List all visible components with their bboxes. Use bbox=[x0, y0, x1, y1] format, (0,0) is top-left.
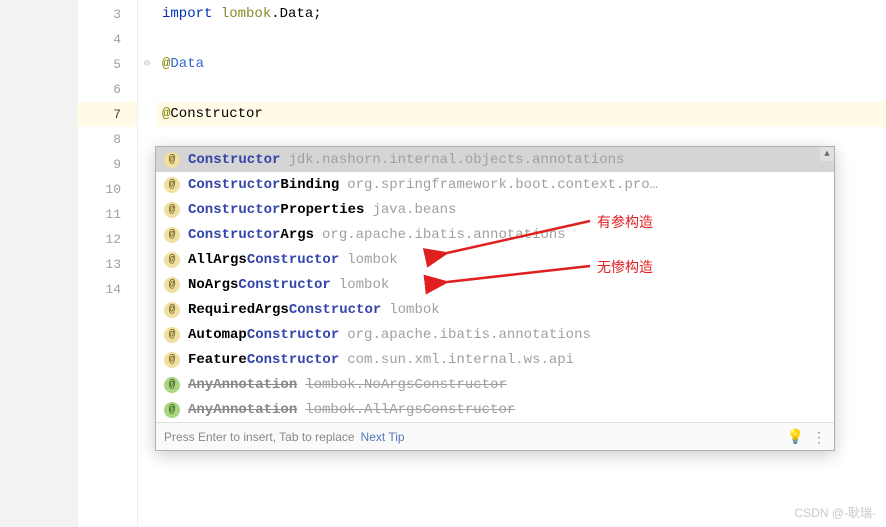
code-line-3: import lombok.Data; bbox=[156, 2, 886, 27]
line-gutter: 34567891011121314 bbox=[78, 0, 138, 527]
suggestion-item[interactable]: @RequiredArgsConstructorlombok bbox=[156, 297, 834, 322]
gutter-line: 6 bbox=[78, 77, 137, 102]
suggestion-item[interactable]: @AnyAnnotationlombok.AllArgsConstructor bbox=[156, 397, 834, 422]
suggestion-item[interactable]: @AnyAnnotationlombok.NoArgsConstructor bbox=[156, 372, 834, 397]
suggestion-item[interactable]: @NoArgsConstructorlombok bbox=[156, 272, 834, 297]
gutter-line: 8 bbox=[78, 127, 137, 152]
gutter-line: 5 bbox=[78, 52, 137, 77]
popup-footer: Press Enter to insert, Tab to replace Ne… bbox=[156, 422, 834, 450]
completion-popup: ▲ @Constructorjdk.nashorn.internal.objec… bbox=[155, 146, 835, 451]
annotation-icon: @ bbox=[164, 152, 180, 168]
gutter-line: 7 bbox=[78, 102, 137, 127]
gutter-line: 9 bbox=[78, 152, 137, 177]
code-line-4 bbox=[156, 27, 886, 52]
annotation-icon: @ bbox=[164, 252, 180, 268]
bulb-icon[interactable]: 💡 bbox=[787, 428, 804, 445]
more-icon[interactable]: ⋮ bbox=[812, 432, 826, 442]
code-line-7: @Constructor bbox=[156, 102, 886, 127]
gutter-line: 12 bbox=[78, 227, 137, 252]
left-strip bbox=[0, 0, 78, 527]
code-line-5: @Data bbox=[156, 52, 886, 77]
suggestion-item[interactable]: @ConstructorPropertiesjava.beans bbox=[156, 197, 834, 222]
annotation-1: 有参构造 bbox=[597, 212, 653, 232]
scroll-up-icon[interactable]: ▲ bbox=[820, 147, 834, 161]
footer-hint: Press Enter to insert, Tab to replace bbox=[164, 430, 355, 444]
fold-column: ⊖ bbox=[138, 0, 156, 527]
annotation-icon: @ bbox=[164, 277, 180, 293]
annotation-icon: @ bbox=[164, 202, 180, 218]
annotation-2: 无惨构造 bbox=[597, 257, 653, 277]
next-tip-link[interactable]: Next Tip bbox=[361, 430, 405, 444]
gutter-line: 10 bbox=[78, 177, 137, 202]
annotation-icon: @ bbox=[164, 327, 180, 343]
suggestion-item[interactable]: @AutomapConstructororg.apache.ibatis.ann… bbox=[156, 322, 834, 347]
suggestion-item[interactable]: @FeatureConstructorcom.sun.xml.internal.… bbox=[156, 347, 834, 372]
suggestion-item[interactable]: @ConstructorArgsorg.apache.ibatis.annota… bbox=[156, 222, 834, 247]
gutter-line: 4 bbox=[78, 27, 137, 52]
annotation-icon: @ bbox=[164, 352, 180, 368]
annotation-icon: @ bbox=[164, 402, 180, 418]
annotation-icon: @ bbox=[164, 302, 180, 318]
suggestion-list[interactable]: @Constructorjdk.nashorn.internal.objects… bbox=[156, 147, 834, 422]
gutter-line: 13 bbox=[78, 252, 137, 277]
gutter-line: 14 bbox=[78, 277, 137, 302]
annotation-icon: @ bbox=[164, 227, 180, 243]
code-line-6 bbox=[156, 77, 886, 102]
watermark: CSDN @-耿瑞- bbox=[794, 504, 876, 521]
suggestion-item[interactable]: @ConstructorBindingorg.springframework.b… bbox=[156, 172, 834, 197]
annotation-icon: @ bbox=[164, 177, 180, 193]
annotation-icon: @ bbox=[164, 377, 180, 393]
gutter-line: 3 bbox=[78, 2, 137, 27]
suggestion-item[interactable]: @Constructorjdk.nashorn.internal.objects… bbox=[156, 147, 834, 172]
gutter-line: 11 bbox=[78, 202, 137, 227]
suggestion-item[interactable]: @AllArgsConstructorlombok bbox=[156, 247, 834, 272]
